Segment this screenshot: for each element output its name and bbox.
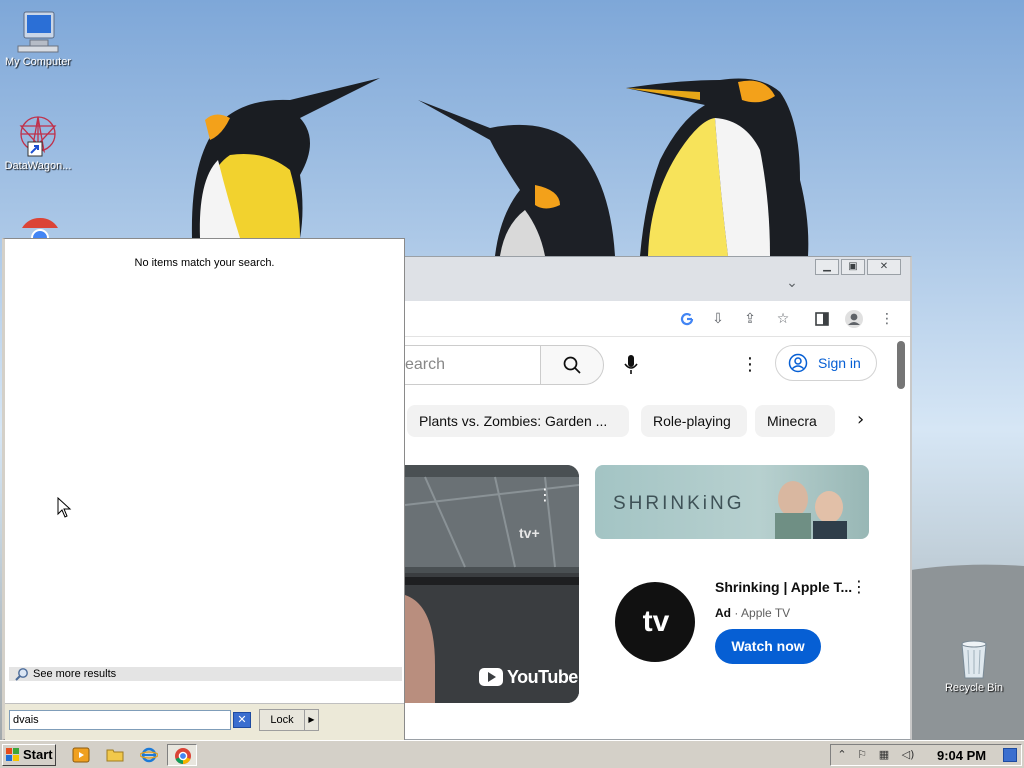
show-hidden-icons-icon[interactable]: ⌃ <box>835 748 849 762</box>
desktop-icon-label: DataWagon... <box>4 160 72 172</box>
start-label: Start <box>23 747 53 762</box>
lock-label: Lock <box>270 714 294 726</box>
see-more-results-link[interactable]: See more results <box>9 667 402 681</box>
youtube-search-input[interactable]: earch <box>405 345 541 385</box>
google-lens-icon[interactable] <box>677 309 697 329</box>
desktop-icon-chrome[interactable] <box>2 214 78 240</box>
media-player-icon[interactable] <box>72 746 90 764</box>
recycle-bin-icon <box>961 640 987 679</box>
watch-now-button[interactable]: Watch now <box>715 629 821 664</box>
see-more-label: See more results <box>33 668 117 680</box>
youtube-wordmark: YouTube <box>507 667 578 687</box>
magnifier-icon <box>15 668 28 681</box>
sign-in-label: Sign in <box>818 355 861 371</box>
ad-advertiser: Apple TV <box>741 606 791 620</box>
ad-label: Ad <box>715 606 731 620</box>
clock[interactable]: 9:04 PM <box>937 748 986 763</box>
chip-plants-vs-zombies[interactable]: Plants vs. Zombies: Garden ... <box>407 405 629 437</box>
search-placeholder: earch <box>405 356 446 373</box>
account-icon <box>788 353 808 373</box>
network-icon[interactable]: ▦ <box>877 748 891 762</box>
banner-title: SHRINKiNG <box>613 493 745 514</box>
start-search-input[interactable] <box>9 710 231 730</box>
youtube-logo-icon <box>479 668 503 686</box>
desktop-icon-label: My Computer <box>4 56 72 68</box>
close-button[interactable]: ✕ <box>867 259 901 275</box>
appletv-watermark: tv+ <box>519 525 540 541</box>
profile-avatar-icon[interactable] <box>844 309 864 329</box>
chrome-menu-icon[interactable]: ⋮ <box>877 309 897 329</box>
install-app-icon[interactable]: ⇩ <box>708 309 728 329</box>
search-box-area: ✕ Lock ▶ <box>5 703 404 741</box>
computer-icon <box>17 11 59 53</box>
desktop-icon-recycle-bin[interactable]: Recycle Bin <box>936 636 1012 694</box>
chrome-taskbar-icon <box>175 748 191 765</box>
ad-menu-icon[interactable]: ⋮ <box>851 577 867 596</box>
share-icon[interactable]: ⇪ <box>740 309 760 329</box>
internet-explorer-icon[interactable] <box>140 746 158 764</box>
start-button[interactable]: Start <box>2 744 56 766</box>
video-thumbnail[interactable]: tv+ ⋮ YouTube <box>405 465 579 703</box>
taskbar-chrome-button[interactable] <box>167 744 197 766</box>
no-results-message: No items match your search. <box>134 257 275 269</box>
side-panel-icon[interactable] <box>812 309 832 329</box>
video-menu-icon[interactable]: ⋮ <box>537 485 553 504</box>
sign-in-button[interactable]: Sign in <box>775 345 877 381</box>
desktop-icon-my-computer[interactable]: My Computer <box>0 10 76 68</box>
chrome-window: ▁ ▣ ✕ ⌄ ⇩ ⇪ ☆ ⋮ earch ⋮ Sign in Plants v… <box>404 256 912 740</box>
chips-next-arrow-icon[interactable]: › <box>857 409 864 430</box>
chrome-toolbar <box>405 301 910 337</box>
voice-search-icon[interactable] <box>623 353 639 377</box>
desktop-icon-label: Recycle Bin <box>944 682 1004 694</box>
page-scrollbar[interactable] <box>897 341 905 389</box>
system-tray: ⌃ ⚐ ▦ ◁) 9:04 PM <box>830 744 1022 766</box>
show-desktop-icon[interactable] <box>1003 748 1017 762</box>
bookmark-star-icon[interactable]: ☆ <box>773 309 793 329</box>
action-center-flag-icon[interactable]: ⚐ <box>855 748 869 762</box>
taskbar: Start ⌃ ⚐ ▦ ◁) 9:04 PM <box>0 740 1024 768</box>
datawagon-icon <box>19 116 57 157</box>
windows-flag-icon <box>6 748 19 761</box>
folder-icon[interactable] <box>106 746 124 764</box>
banner-people-image <box>775 481 847 539</box>
chrome-icon <box>22 217 58 238</box>
more-options-icon[interactable]: ⋮ <box>741 354 759 376</box>
mouse-cursor-icon <box>57 497 72 518</box>
lock-button[interactable]: Lock ▶ <box>259 709 319 731</box>
start-search-panel: No items match your search. See more res… <box>2 238 405 741</box>
search-icon <box>563 356 581 374</box>
volume-icon[interactable]: ◁) <box>901 748 915 762</box>
desktop-icon-datawagon[interactable]: DataWagon... <box>0 112 76 172</box>
ad-subtitle: Ad · Apple TV <box>715 606 791 620</box>
power-options-arrow-icon[interactable]: ▶ <box>304 710 318 730</box>
maximize-button[interactable]: ▣ <box>841 259 865 275</box>
ad-title[interactable]: Shrinking | Apple T... <box>715 579 852 595</box>
ad-banner[interactable]: SHRINKiNG <box>595 465 869 539</box>
chip-role-playing[interactable]: Role-playing <box>641 405 747 437</box>
youtube-search-button[interactable] <box>540 345 604 385</box>
clear-search-icon[interactable]: ✕ <box>233 712 251 728</box>
minimize-button[interactable]: ▁ <box>815 259 839 275</box>
chip-minecraft[interactable]: Minecra <box>755 405 835 437</box>
appletv-channel-logo[interactable]: tv <box>615 582 695 662</box>
tab-search-chevron-icon[interactable]: ⌄ <box>782 273 802 293</box>
